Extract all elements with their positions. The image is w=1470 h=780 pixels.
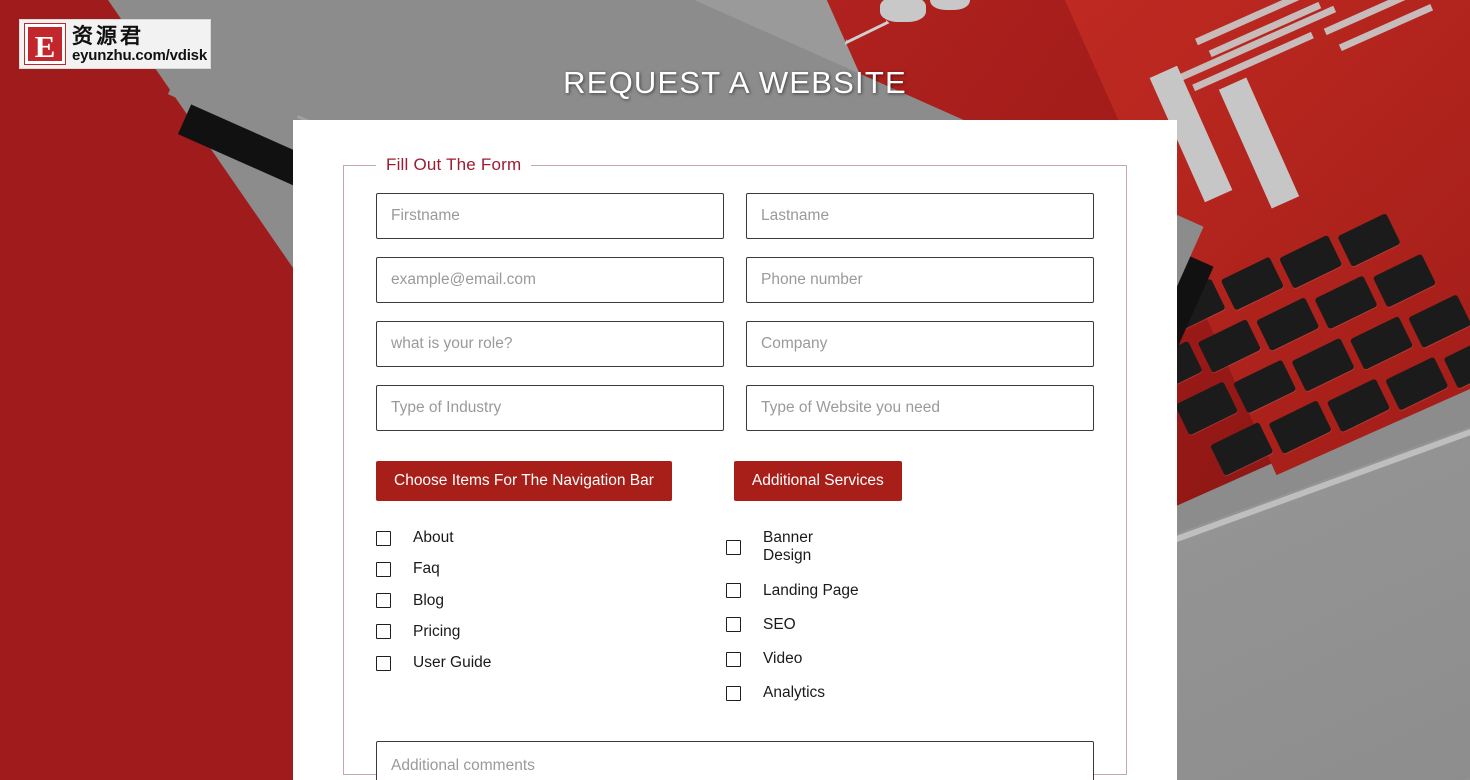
field-company bbox=[746, 321, 1094, 367]
checkbox-faq[interactable] bbox=[376, 561, 391, 577]
checkbox-user-guide[interactable] bbox=[376, 655, 391, 671]
email-input[interactable] bbox=[376, 257, 724, 303]
checkbox-label-pricing: Pricing bbox=[413, 622, 461, 640]
checkbox-row-about[interactable]: About bbox=[376, 529, 726, 547]
checkbox-video[interactable] bbox=[726, 651, 741, 667]
watermark-badge-letter: E bbox=[24, 23, 66, 65]
field-additional-comments bbox=[376, 740, 1094, 780]
checkbox-seo[interactable] bbox=[726, 617, 741, 633]
checkbox-landing-page[interactable] bbox=[726, 583, 741, 599]
checkbox-label-seo: SEO bbox=[763, 615, 796, 633]
nav-items-checkbox-group: About Faq Blog Pricing User Guide bbox=[376, 529, 726, 719]
field-firstname bbox=[376, 193, 724, 239]
checkbox-row-video[interactable]: Video bbox=[726, 650, 1076, 668]
checkbox-analytics[interactable] bbox=[726, 686, 741, 702]
checkbox-label-analytics: Analytics bbox=[763, 684, 826, 702]
watermark-text: 资源君 eyunzhu.com/vdisk bbox=[72, 25, 207, 64]
additional-services-button[interactable]: Additional Services bbox=[733, 461, 902, 501]
choose-nav-items-button[interactable]: Choose Items For The Navigation Bar bbox=[376, 461, 672, 501]
firstname-input[interactable] bbox=[376, 193, 724, 239]
checkbox-blog[interactable] bbox=[376, 593, 391, 609]
watermark-logo: E 资源君 eyunzhu.com/vdisk bbox=[19, 19, 211, 69]
field-website-type bbox=[746, 385, 1094, 431]
section-buttons: Choose Items For The Navigation Bar Addi… bbox=[376, 461, 1094, 501]
industry-input[interactable] bbox=[376, 385, 724, 431]
form-legend: Fill Out The Form bbox=[386, 155, 522, 174]
form-row-industry-website bbox=[376, 385, 1094, 431]
role-input[interactable] bbox=[376, 321, 724, 367]
checkbox-row-blog[interactable]: Blog bbox=[376, 592, 726, 610]
checkbox-pricing[interactable] bbox=[376, 624, 391, 640]
checkbox-label-faq: Faq bbox=[413, 560, 440, 578]
services-checkbox-group: Banner Design Landing Page SEO Video Ana… bbox=[726, 529, 1076, 719]
field-email bbox=[376, 257, 724, 303]
lastname-input[interactable] bbox=[746, 193, 1094, 239]
checkbox-row-seo[interactable]: SEO bbox=[726, 616, 1076, 634]
checkbox-about[interactable] bbox=[376, 530, 391, 546]
form-row-contact bbox=[376, 257, 1094, 303]
checkbox-row-user-guide[interactable]: User Guide bbox=[376, 654, 726, 672]
checkbox-label-landing-page: Landing Page bbox=[763, 581, 859, 599]
form-fieldset: Fill Out The Form Firstname Lastname exa… bbox=[343, 155, 1127, 780]
form-row-role-company bbox=[376, 321, 1094, 367]
form-row-name bbox=[376, 193, 1094, 239]
checkbox-row-banner-design[interactable]: Banner Design bbox=[726, 529, 1076, 566]
checkbox-label-banner-design: Banner Design bbox=[763, 529, 813, 565]
checkbox-label-video: Video bbox=[763, 650, 803, 668]
phone-input[interactable] bbox=[746, 257, 1094, 303]
additional-comments-textarea[interactable] bbox=[376, 740, 1094, 780]
field-role bbox=[376, 321, 724, 367]
checkbox-row-landing-page[interactable]: Landing Page bbox=[726, 582, 1076, 600]
checkbox-label-blog: Blog bbox=[413, 591, 445, 609]
watermark-url: eyunzhu.com/vdisk bbox=[72, 46, 207, 64]
form-card: Fill Out The Form Firstname Lastname exa… bbox=[293, 120, 1177, 780]
page-title: REQUEST A WEBSITE bbox=[563, 64, 907, 100]
field-phone bbox=[746, 257, 1094, 303]
checkbox-row-faq[interactable]: Faq bbox=[376, 560, 726, 578]
watermark-chinese-text: 资源君 bbox=[72, 23, 144, 48]
checkbox-row-analytics[interactable]: Analytics bbox=[726, 684, 1076, 702]
checkbox-label-about: About bbox=[413, 529, 454, 546]
cover-blob-decor bbox=[880, 0, 926, 22]
checkbox-label-user-guide: User Guide bbox=[413, 654, 492, 672]
website-type-input[interactable] bbox=[746, 385, 1094, 431]
field-lastname bbox=[746, 193, 1094, 239]
company-input[interactable] bbox=[746, 321, 1094, 367]
checkbox-row-pricing[interactable]: Pricing bbox=[376, 623, 726, 641]
checkbox-columns: About Faq Blog Pricing User Guide Banner… bbox=[376, 529, 1094, 719]
form-row-comments bbox=[376, 740, 1094, 780]
field-industry bbox=[376, 385, 724, 431]
page-root: E 资源君 eyunzhu.com/vdisk REQUEST A WEBSIT… bbox=[0, 0, 1470, 780]
checkbox-banner-design[interactable] bbox=[726, 539, 741, 555]
